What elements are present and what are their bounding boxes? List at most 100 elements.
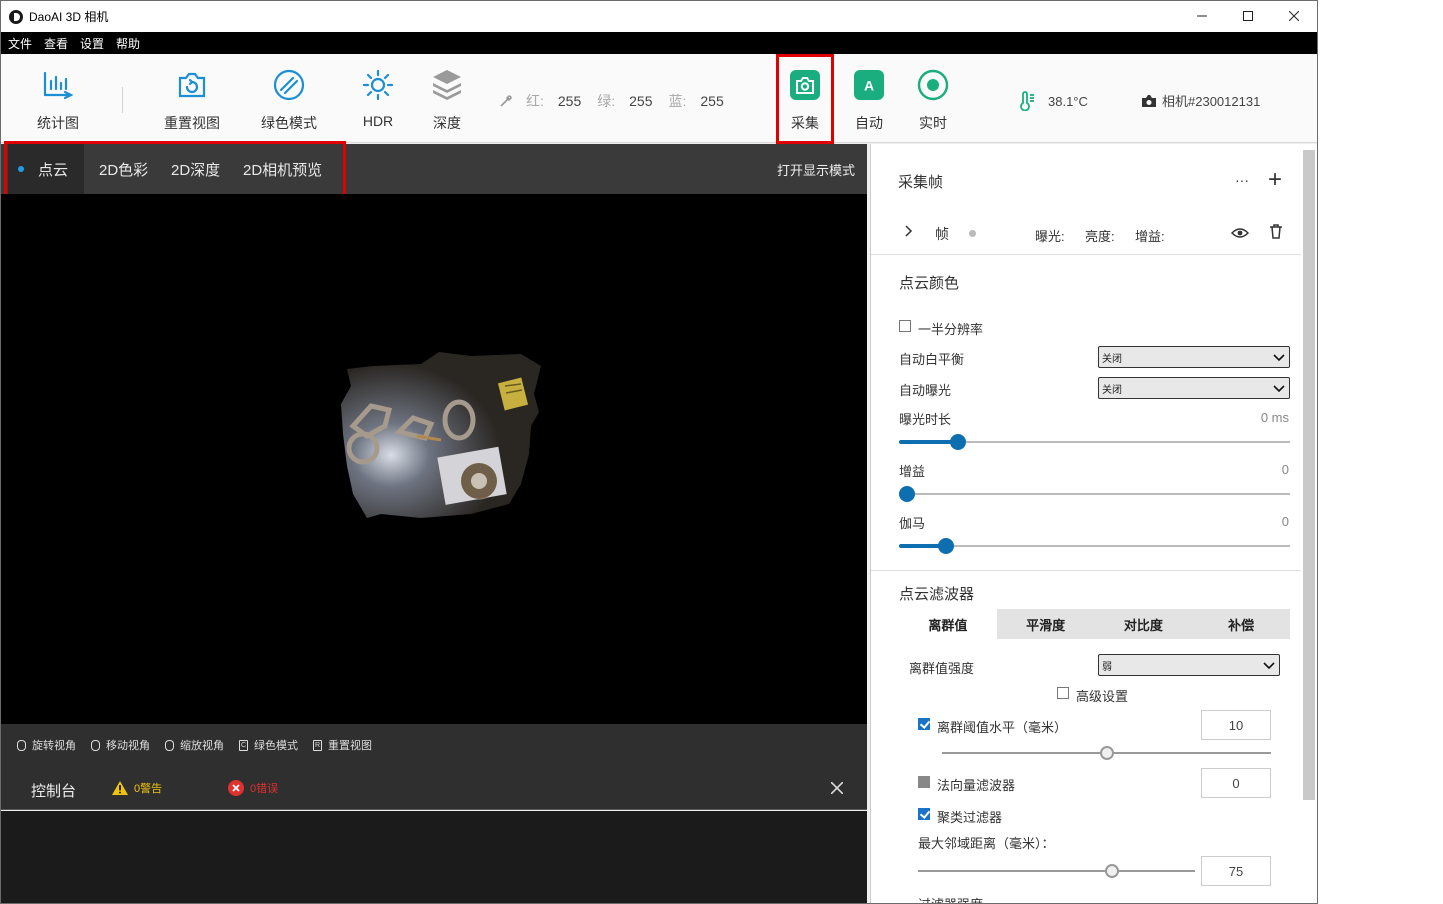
tab-compensation[interactable]: 补偿 — [1192, 609, 1290, 639]
expand-frame-chevron-icon[interactable] — [905, 224, 913, 240]
exposure-time-slider[interactable] — [899, 434, 1290, 450]
warning-icon — [112, 781, 128, 795]
outlier-threshold-label: 离群阈值水平（毫米） — [937, 720, 1068, 735]
outlier-strength-select[interactable]: 弱 — [1098, 654, 1280, 676]
record-icon — [916, 67, 950, 103]
close-button[interactable] — [1271, 1, 1317, 31]
reset-view-label: 重置视图 — [164, 115, 220, 131]
slider-handle[interactable] — [949, 434, 966, 450]
tab-smoothness[interactable]: 平滑度 — [997, 609, 1095, 639]
console-close-button[interactable] — [830, 778, 844, 799]
camera-id-readout: 相机#230012131 — [1141, 91, 1260, 110]
settings-panel: 采集帧 ··· + 帧 曝光: 亮度: 增益: 点云颜色 一半分辨率 自动白平衡… — [870, 144, 1317, 903]
rgb-readout: 红: 255 绿: 255 蓝: 255 — [498, 91, 740, 111]
menu-view[interactable]: 查看 — [44, 35, 68, 52]
capture-highlight-box — [776, 54, 834, 144]
hint-pan: 移动视角 — [91, 737, 150, 753]
hint-green-mode: C 绿色模式 — [239, 737, 298, 753]
add-frame-button[interactable]: + — [1268, 166, 1282, 194]
blue-label: 蓝: — [668, 93, 687, 109]
hint-reset-view: R 重置视图 — [313, 737, 372, 753]
depth-label: 深度 — [433, 115, 461, 131]
outlier-threshold-input[interactable]: 10 — [1201, 710, 1271, 740]
open-display-mode-button[interactable]: 打开显示模式 — [777, 160, 855, 179]
half-resolution-checkbox[interactable] — [899, 320, 911, 332]
auto-exposure-label: 自动曝光 — [899, 383, 952, 398]
point-cloud-render — [341, 352, 541, 518]
auto-exposure-select[interactable]: 关闭 — [1098, 377, 1290, 399]
green-mode-label: 绿色模式 — [261, 115, 317, 131]
camera-refresh-icon — [176, 67, 208, 103]
reset-view-button[interactable]: 重置视图 — [161, 54, 223, 143]
red-value: 255 — [557, 93, 582, 109]
green-mode-button[interactable]: 绿色模式 — [258, 54, 320, 143]
slider-track — [918, 870, 1195, 872]
slider-handle[interactable] — [899, 486, 915, 502]
max-neighbor-slider[interactable] — [918, 863, 1195, 879]
warning-count[interactable]: 0警告 — [112, 780, 162, 796]
tab-outlier[interactable]: 离群值 — [899, 609, 997, 639]
key-c-icon: C — [239, 739, 248, 751]
normal-filter-input[interactable]: 0 — [1201, 768, 1271, 798]
frame-status-dot — [969, 230, 976, 237]
stripes-circle-icon — [272, 67, 306, 103]
hdr-button[interactable]: HDR — [356, 54, 400, 143]
stats-button[interactable]: 统计图 — [28, 54, 88, 143]
slider-handle[interactable] — [937, 538, 954, 554]
gain-slider[interactable] — [899, 486, 1290, 502]
svg-text:A: A — [864, 78, 874, 94]
pointcloud-color-title: 点云颜色 — [899, 275, 960, 292]
point-cloud-viewport[interactable] — [1, 194, 867, 724]
normal-filter-checkbox[interactable] — [918, 776, 930, 788]
slider-handle[interactable] — [1104, 864, 1119, 878]
pointcloud-filters-title: 点云滤波器 — [899, 586, 975, 603]
live-button[interactable]: 实时 — [911, 54, 955, 143]
menu-bar: 文件 查看 设置 帮助 — [1, 32, 1317, 54]
filter-tab-bar: 离群值 平滑度 对比度 补偿 — [899, 609, 1290, 639]
minimize-button[interactable] — [1179, 1, 1225, 31]
more-options-button[interactable]: ··· — [1235, 172, 1249, 188]
green-label: 绿: — [597, 93, 616, 109]
panel-scrollbar[interactable] — [1303, 150, 1315, 800]
auto-white-balance-label: 自动白平衡 — [899, 352, 965, 367]
menu-file[interactable]: 文件 — [8, 35, 32, 52]
temperature-readout: 38.1°C — [1018, 91, 1088, 111]
auto-white-balance-select[interactable]: 关闭 — [1098, 346, 1290, 368]
max-neighbor-input[interactable]: 75 — [1201, 856, 1271, 886]
cluster-filter-checkbox[interactable] — [918, 808, 930, 820]
slider-handle[interactable] — [1099, 746, 1114, 760]
app-logo-icon — [9, 9, 23, 24]
warning-count-label: 0警告 — [134, 783, 163, 795]
thermometer-icon — [1020, 91, 1034, 111]
menu-help[interactable]: 帮助 — [116, 35, 140, 52]
eye-icon[interactable] — [1230, 227, 1250, 242]
trash-icon[interactable] — [1270, 224, 1282, 242]
exposure-time-label: 曝光时长 — [899, 412, 952, 427]
frame-label: 帧 — [935, 226, 949, 242]
maximize-button[interactable] — [1225, 1, 1271, 31]
gamma-slider[interactable] — [899, 538, 1290, 554]
console-header: 控制台 0警告 0错误 — [1, 766, 867, 810]
normal-filter-label: 法向量滤波器 — [937, 778, 1016, 793]
toolbar-divider — [122, 87, 123, 113]
view-tabs-highlight-box — [4, 141, 346, 198]
outlier-threshold-slider[interactable] — [942, 745, 1271, 761]
slider-track — [899, 545, 1290, 547]
outlier-strength-label: 离群值强度 — [909, 661, 975, 676]
auto-button[interactable]: A 自动 — [847, 54, 891, 143]
menu-settings[interactable]: 设置 — [80, 35, 104, 52]
error-count[interactable]: 0错误 — [228, 780, 278, 796]
mouse-icon — [91, 739, 100, 751]
tab-contrast[interactable]: 对比度 — [1095, 609, 1193, 639]
depth-button[interactable]: 深度 — [425, 54, 469, 143]
red-label: 红: — [526, 93, 544, 109]
advanced-settings-checkbox[interactable] — [1057, 687, 1069, 699]
toolbar: 统计图 重置视图 绿色模式 HDR 深度 红: 255 绿: 255 蓝: 25… — [1, 54, 1317, 143]
outlier-threshold-checkbox[interactable] — [918, 718, 930, 730]
sun-icon — [361, 67, 395, 103]
hdr-label: HDR — [362, 113, 394, 129]
slider-track — [899, 493, 1290, 495]
layers-icon — [431, 67, 463, 103]
error-count-label: 0错误 — [250, 783, 279, 795]
console-output[interactable] — [1, 811, 867, 903]
